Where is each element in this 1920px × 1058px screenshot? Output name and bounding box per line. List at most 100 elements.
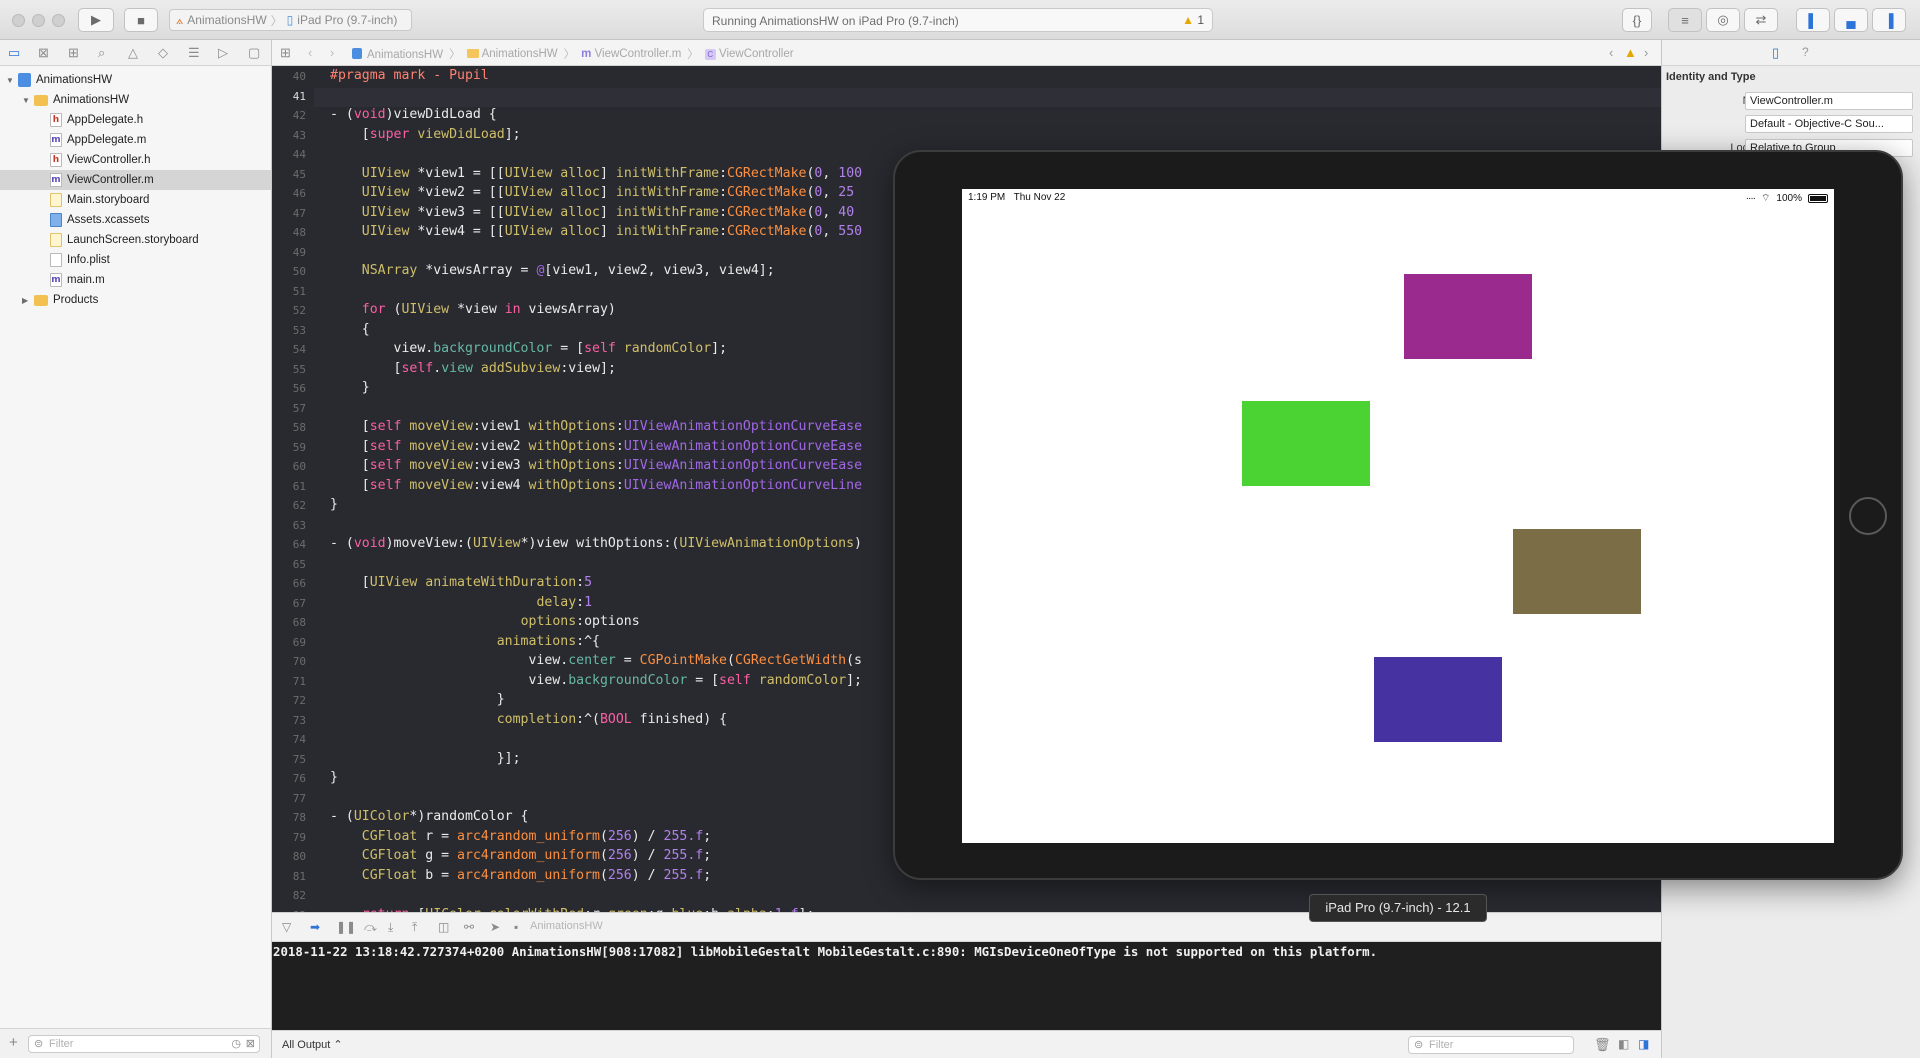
code-line[interactable]: UIView *view2 = [[UIView alloc] initWith… <box>330 185 854 200</box>
source-control-icon[interactable]: ⊠ <box>38 45 49 61</box>
output-filter-menu[interactable]: All Output ⌃ <box>282 1038 343 1051</box>
code-line[interactable]: [super viewDidLoad]; <box>330 127 521 142</box>
code-line[interactable]: #pragma mark - Pupil <box>330 68 489 83</box>
navigator-filter-input[interactable]: ⊜ Filter ◷ ⊠ <box>28 1035 260 1053</box>
home-button[interactable] <box>1849 497 1887 535</box>
project-navigator-icon[interactable]: ▭ <box>8 45 20 61</box>
disclosure-open-icon[interactable]: ▼ <box>6 76 16 85</box>
code-line[interactable]: view.backgroundColor = [self randomColor… <box>330 673 862 688</box>
code-line[interactable]: CGFloat r = arc4random_uniform(256) / 25… <box>330 829 711 844</box>
code-line[interactable]: NSArray *viewsArray = @[view1, view2, vi… <box>330 263 775 278</box>
navigator-item[interactable]: m AppDelegate.m <box>0 130 271 150</box>
split-left-icon[interactable]: ◧ <box>1618 1037 1629 1051</box>
find-navigator-icon[interactable]: ⌕ <box>98 45 105 61</box>
code-line[interactable]: CGFloat g = arc4random_uniform(256) / 25… <box>330 848 711 863</box>
navigator-item[interactable]: Main.storyboard <box>0 190 271 210</box>
step-into-icon[interactable]: ⤓ <box>388 920 393 935</box>
symbol-navigator-icon[interactable]: ⊞ <box>68 45 79 61</box>
step-over-icon[interactable]: ⤼ <box>364 920 377 935</box>
console-output[interactable]: 2018-11-22 13:18:42.727374+0200 Animatio… <box>272 942 1661 1030</box>
toggle-navigator-button[interactable]: ▌ <box>1796 8 1830 32</box>
navigator-item[interactable]: m ViewController.m <box>0 170 271 190</box>
navigator-item[interactable]: LaunchScreen.storyboard <box>0 230 271 250</box>
code-line[interactable]: UIView *view3 = [[UIView alloc] initWith… <box>330 205 854 220</box>
debug-navigator-icon[interactable]: ☰ <box>188 45 200 61</box>
code-line[interactable]: } <box>330 692 505 707</box>
toggle-debug-area-button[interactable]: ▄ <box>1834 8 1868 32</box>
scheme-selector[interactable]: ⟑ AnimationsHW 〉 ▯ iPad Pro (9.7-inch) <box>169 9 412 31</box>
code-line[interactable]: [self moveView:view3 withOptions:UIViewA… <box>330 458 862 473</box>
disclosure-closed-icon[interactable]: ▶ <box>22 296 32 305</box>
code-line[interactable]: [self.view addSubview:view]; <box>330 361 616 376</box>
code-snippets-button[interactable]: {} <box>1622 8 1652 32</box>
run-button[interactable]: ▶ <box>78 8 114 32</box>
type-select[interactable]: Default - Objective-C Sou... <box>1745 115 1913 133</box>
breakpoint-navigator-icon[interactable]: ▷ <box>218 45 228 61</box>
issue-navigator-icon[interactable]: △ <box>128 45 138 61</box>
navigator-item[interactable]: Assets.xcassets <box>0 210 271 230</box>
zoom-window-button[interactable] <box>52 14 65 27</box>
minimize-window-button[interactable] <box>32 14 45 27</box>
breakpoints-toggle-icon[interactable]: ➡ <box>310 920 320 934</box>
code-line[interactable]: CGFloat b = arc4random_uniform(256) / 25… <box>330 868 711 883</box>
issue-warning-icon[interactable]: ▲ <box>1624 45 1637 60</box>
console-filter-input[interactable]: ⊜ Filter <box>1408 1036 1574 1054</box>
add-icon[interactable]: + <box>9 1034 18 1051</box>
view-debugger-icon[interactable]: ◫ <box>438 920 449 934</box>
forward-arrow-icon[interactable]: › <box>330 45 334 60</box>
code-line[interactable]: delay:1 <box>330 595 592 610</box>
name-field[interactable]: ViewController.m <box>1745 92 1913 110</box>
step-out-icon[interactable]: ⤒ <box>412 920 417 935</box>
disclosure-open-icon[interactable]: ▼ <box>22 96 32 105</box>
next-issue-icon[interactable]: › <box>1644 45 1648 60</box>
stop-button[interactable]: ■ <box>124 8 158 32</box>
code-line[interactable]: } <box>330 497 338 512</box>
code-line[interactable]: [UIView animateWithDuration:5 <box>330 575 592 590</box>
navigator-item[interactable]: ▶ Products <box>0 290 271 310</box>
code-line[interactable]: view.center = CGPointMake(CGRectGetWidth… <box>330 653 862 668</box>
back-arrow-icon[interactable]: ‹ <box>308 45 312 60</box>
code-line[interactable]: - (void)viewDidLoad { <box>330 107 497 122</box>
related-items-icon[interactable]: ⊞ <box>280 45 291 61</box>
quick-help-icon[interactable]: ? <box>1802 45 1809 59</box>
toggle-inspector-button[interactable]: ▐ <box>1872 8 1906 32</box>
breadcrumb-group[interactable]: AnimationsHW <box>466 48 558 60</box>
code-line[interactable]: for (UIView *view in viewsArray) <box>330 302 616 317</box>
code-line[interactable]: [self moveView:view4 withOptions:UIViewA… <box>330 478 862 493</box>
process-label[interactable]: AnimationsHW <box>530 920 603 932</box>
previous-issue-icon[interactable]: ‹ <box>1609 45 1613 60</box>
simulate-location-icon[interactable]: ➤ <box>490 920 500 934</box>
warning-indicator[interactable]: ▲ 1 <box>1182 13 1204 27</box>
code-line[interactable]: [self moveView:view2 withOptions:UIViewA… <box>330 439 862 454</box>
code-line[interactable]: - (UIColor*)randomColor { <box>330 809 529 824</box>
test-navigator-icon[interactable]: ◇ <box>158 45 168 61</box>
code-line[interactable]: [self moveView:view1 withOptions:UIViewA… <box>330 419 862 434</box>
navigator-item[interactable]: h ViewController.h <box>0 150 271 170</box>
breadcrumb-file[interactable]: m ViewController.m <box>581 48 681 60</box>
code-line[interactable]: completion:^(BOOL finished) { <box>330 712 727 727</box>
code-line[interactable]: animations:^{ <box>330 634 600 649</box>
file-inspector-icon[interactable]: ▯ <box>1772 45 1779 61</box>
report-navigator-icon[interactable]: ▢ <box>248 45 260 61</box>
recent-files-icon[interactable]: ◷ <box>231 1036 241 1052</box>
simulator-screen[interactable]: 1:19 PM Thu Nov 22 ···· ⌔ 100% <box>962 189 1834 843</box>
code-line[interactable]: UIView *view1 = [[UIView alloc] initWith… <box>330 166 862 181</box>
navigator-item[interactable]: Info.plist <box>0 250 271 270</box>
assistant-editor-button[interactable]: ◎ <box>1706 8 1740 32</box>
code-line[interactable]: options:options <box>330 614 640 629</box>
memory-graph-icon[interactable]: ⚯ <box>464 920 474 934</box>
navigator-item[interactable]: h AppDelegate.h <box>0 110 271 130</box>
hide-debug-area-icon[interactable]: ▽ <box>282 920 291 934</box>
standard-editor-button[interactable]: ≡ <box>1668 8 1702 32</box>
code-line[interactable]: }]; <box>330 751 521 766</box>
code-line[interactable]: UIView *view4 = [[UIView alloc] initWith… <box>330 224 862 239</box>
split-right-icon[interactable]: ◨ <box>1638 1037 1649 1051</box>
code-line[interactable]: } <box>330 380 370 395</box>
version-editor-button[interactable]: ⇄ <box>1744 8 1778 32</box>
code-line[interactable]: - (void)moveView:(UIView*)view withOptio… <box>330 536 862 551</box>
source-control-filter-icon[interactable]: ⊠ <box>246 1036 255 1052</box>
breadcrumb-project[interactable]: AnimationsHW <box>352 47 443 61</box>
navigator-item[interactable]: ▼ AnimationsHW <box>0 70 271 90</box>
code-line[interactable]: { <box>330 322 370 337</box>
breadcrumb-symbol[interactable]: C ViewController <box>704 48 794 60</box>
